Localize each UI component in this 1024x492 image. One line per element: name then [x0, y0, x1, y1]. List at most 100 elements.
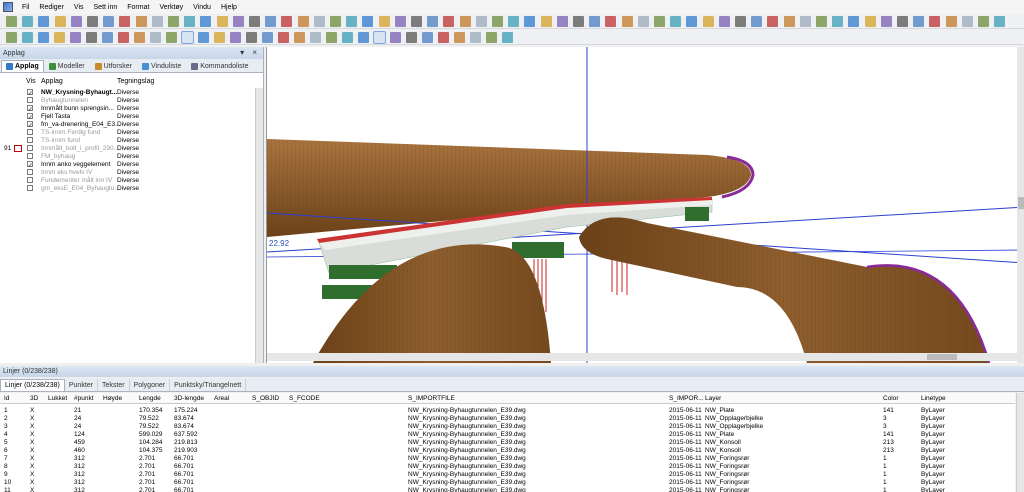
toolbar-button-50[interactable] [799, 16, 811, 27]
view-toolbar-button-18[interactable] [278, 32, 289, 43]
toolbar-button-58[interactable] [929, 16, 941, 27]
view-toolbar-button-20[interactable] [310, 32, 321, 43]
view-toolbar-button-30[interactable] [470, 32, 481, 43]
view-toolbar-button-2[interactable] [22, 32, 33, 43]
toolbar-button-62[interactable] [994, 16, 1006, 27]
tab-polygoner[interactable]: Polygoner [130, 379, 171, 391]
toolbar-button-18[interactable] [281, 16, 293, 27]
visibility-checkbox[interactable] [27, 145, 33, 151]
toolbar-button-56[interactable] [897, 16, 908, 27]
layer-list-scrollbar[interactable] [255, 88, 263, 363]
view-toolbar-button-6[interactable] [86, 32, 97, 43]
column-header[interactable]: 3D [30, 395, 38, 402]
toolbar-button-35[interactable] [556, 16, 568, 27]
column-header[interactable]: S_FCODE [289, 395, 320, 402]
menu-view[interactable]: Vis [69, 4, 89, 11]
layer-row[interactable]: TS-innm fund Diverse [0, 137, 262, 145]
layer-row[interactable]: ✓ NW_Krysning-Byhaugt... Diverse [0, 89, 262, 97]
table-row[interactable]: 9 X 312 2.701 66.701 NW_Krysning-Byhaugtunnel… [0, 471, 1015, 479]
layer-row[interactable]: gm_eksE_E04_Byhaugtu... Diverse [0, 185, 262, 193]
tab-kommandoliste[interactable]: Kommandoliste [186, 60, 253, 72]
view-toolbar-button-32[interactable] [502, 32, 513, 43]
toolbar-button-53[interactable] [848, 16, 860, 27]
toolbar-button-10[interactable] [151, 16, 163, 27]
toolbar-button-17[interactable] [265, 16, 277, 27]
layer-row[interactable]: ✓ Fjell Tasta Diverse [0, 113, 262, 121]
toolbar-button-28[interactable] [443, 16, 455, 27]
visibility-checkbox[interactable] [27, 185, 33, 191]
toolbar-button-4[interactable] [54, 16, 66, 27]
table-scrollbar[interactable] [1016, 393, 1024, 492]
toolbar-button-37[interactable] [589, 16, 601, 27]
layer-row[interactable]: Innmålt_bolt_i_profil_290... Diverse 91 [0, 145, 262, 153]
table-row[interactable]: 2 X 24 79.522 83.674 NW_Krysning-Byhaugtunnel… [0, 415, 1015, 423]
visibility-checkbox[interactable] [27, 169, 33, 175]
toolbar-button-8[interactable] [119, 16, 131, 27]
view-toolbar-button-7[interactable] [102, 32, 113, 43]
view-toolbar-button-4[interactable] [54, 32, 65, 43]
toolbar-button-33[interactable] [524, 16, 536, 27]
menu-insert[interactable]: Sett inn [89, 4, 123, 11]
tab-punkter[interactable]: Punkter [65, 379, 98, 391]
toolbar-button-61[interactable] [978, 16, 989, 27]
layer-row[interactable]: Innm eks hvelv IV Diverse [0, 169, 262, 177]
menu-format[interactable]: Format [122, 4, 154, 11]
view-toolbar-button-11[interactable] [166, 32, 177, 43]
table-row[interactable]: 1 X 21 170.354 175.224 NW_Krysning-Byhaugtunn… [0, 407, 1015, 415]
visibility-checkbox[interactable]: ✓ [27, 121, 33, 129]
menu-window[interactable]: Vindu [188, 4, 216, 11]
toolbar-button-21[interactable] [330, 16, 341, 27]
table-row[interactable]: 4 X 124 599.029 637.592 NW_Krysning-Byhaugtun… [0, 431, 1015, 439]
view-toolbar-button-21[interactable] [326, 32, 337, 43]
view-toolbar-button-24[interactable] [373, 31, 386, 44]
toolbar-button-16[interactable] [249, 16, 260, 27]
toolbar-button-11[interactable] [168, 16, 179, 27]
column-header[interactable]: S_OBJID [252, 395, 279, 402]
layer-row[interactable]: ✓ Innm anko veggelement Diverse [0, 161, 262, 169]
toolbar-button-15[interactable] [232, 16, 244, 27]
view-toolbar-button-28[interactable] [438, 32, 449, 43]
toolbar-button-3[interactable] [38, 16, 50, 27]
visibility-checkbox[interactable]: ✓ [27, 161, 33, 169]
view-toolbar-button-25[interactable] [390, 32, 401, 43]
toolbar-button-27[interactable] [427, 16, 439, 27]
column-header[interactable]: Høyde [103, 395, 122, 402]
view-toolbar-button-26[interactable] [406, 32, 417, 43]
view-toolbar-button-9[interactable] [134, 32, 145, 43]
toolbar-button-41[interactable] [654, 16, 665, 27]
toolbar-button-13[interactable] [200, 16, 212, 27]
visibility-checkbox[interactable] [27, 153, 33, 159]
tab-applag[interactable]: Applag [1, 60, 44, 72]
tab-linjer[interactable]: Linjer (0/238/238) [0, 379, 65, 391]
view-toolbar-button-1[interactable] [6, 32, 17, 43]
table-row[interactable]: 6 X 460 104.375 219.903 NW_Krysning-Byhaugtun… [0, 447, 1015, 455]
tab-utforsker[interactable]: Utforsker [90, 60, 137, 72]
layer-row[interactable]: TS-innm Ferdig fund Diverse [0, 129, 262, 137]
toolbar-button-48[interactable] [767, 16, 779, 27]
toolbar-button-46[interactable] [735, 16, 746, 27]
view-toolbar-button-13[interactable] [198, 32, 209, 43]
toolbar-button-34[interactable] [540, 16, 552, 27]
visibility-checkbox[interactable]: ✓ [27, 113, 33, 121]
table-row[interactable]: 10 X 312 2.701 66.701 NW_Krysning-Byhaugtunne… [0, 479, 1015, 487]
toolbar-button-55[interactable] [880, 16, 892, 27]
column-header[interactable]: S_IMPOR... [669, 395, 704, 402]
tab-vinduliste[interactable]: Vinduliste [137, 60, 186, 72]
view-toolbar-button-22[interactable] [342, 32, 353, 43]
toolbar-button-31[interactable] [492, 16, 503, 27]
table-row[interactable]: 3 X 24 79.522 83.674 NW_Krysning-Byhaugtunnel… [0, 423, 1015, 431]
toolbar-button-36[interactable] [573, 16, 584, 27]
column-header[interactable]: #punkt [74, 395, 94, 402]
column-vis[interactable]: Vis [26, 78, 36, 85]
toolbar-button-43[interactable] [686, 16, 698, 27]
layer-row[interactable]: ✓ Innmålt bunn sprengsin... Diverse [0, 105, 262, 113]
table-row[interactable]: 11 X 312 2.701 66.701 NW_Krysning-Byhaugtunne… [0, 487, 1015, 492]
layer-row[interactable]: Byhaugtunnelen Diverse [0, 97, 262, 105]
toolbar-button-6[interactable] [87, 16, 98, 27]
view-toolbar-button-27[interactable] [422, 32, 433, 43]
toolbar-button-14[interactable] [216, 16, 228, 27]
visibility-checkbox[interactable]: ✓ [27, 89, 33, 97]
toolbar-button-45[interactable] [718, 16, 730, 27]
toolbar-button-52[interactable] [832, 16, 844, 27]
toolbar-button-47[interactable] [751, 16, 763, 27]
